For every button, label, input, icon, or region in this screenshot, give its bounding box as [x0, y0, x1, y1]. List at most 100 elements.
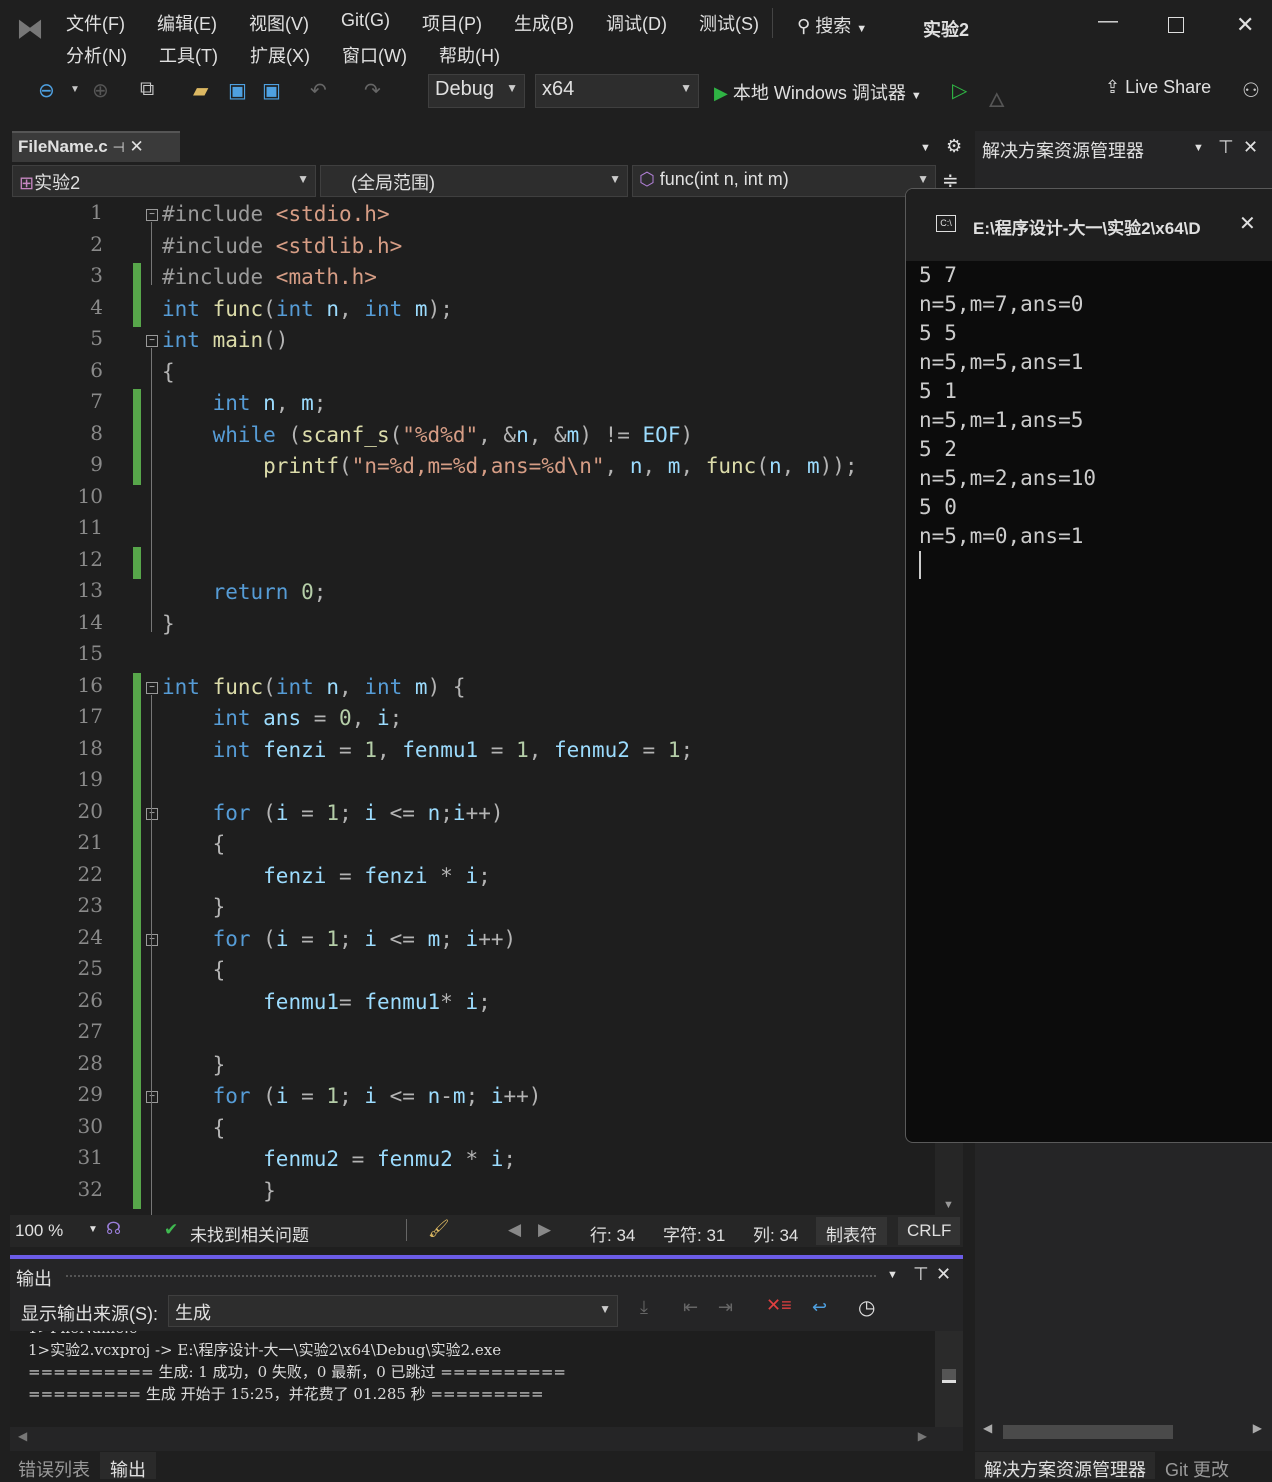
forward-icon[interactable]: ⊕: [92, 78, 109, 103]
next-issue-icon[interactable]: ▶: [538, 1220, 551, 1240]
fold-toggle-icon[interactable]: −: [146, 1091, 158, 1103]
output-vertical-scrollbar[interactable]: [935, 1331, 963, 1427]
open-folder-icon[interactable]: ▰: [193, 78, 208, 103]
member-nav-select[interactable]: ⬡ func(int n, int m) ▼: [632, 165, 936, 197]
menu-debug[interactable]: 调试(D): [606, 10, 667, 36]
code-line[interactable]: }: [162, 612, 175, 636]
tab-output[interactable]: 输出: [100, 1452, 156, 1480]
output-close-icon[interactable]: ✕: [936, 1264, 951, 1285]
back-icon[interactable]: ⊖: [38, 78, 55, 103]
menu-extensions[interactable]: 扩展(X): [250, 42, 310, 68]
eol-indicator[interactable]: CRLF: [898, 1217, 961, 1245]
live-share-button[interactable]: ⇪ Live Share: [1105, 77, 1211, 98]
code-line[interactable]: }: [162, 1179, 276, 1203]
se-pin-icon[interactable]: ⊤: [1218, 137, 1234, 158]
menu-view[interactable]: 视图(V): [249, 10, 309, 36]
intellicode-icon[interactable]: ☊: [106, 1219, 121, 1239]
code-line[interactable]: while (scanf_s("%d%d", &n, &m) != EOF): [162, 423, 694, 447]
next-message-icon[interactable]: ⇥: [718, 1297, 733, 1318]
menu-test[interactable]: 测试(S): [699, 10, 759, 36]
close-tab-icon[interactable]: ✕: [129, 137, 143, 156]
undo-icon[interactable]: ↶: [310, 78, 327, 103]
search-button[interactable]: ⚲ 搜索 ▼: [797, 12, 867, 38]
menu-project[interactable]: 项目(P): [422, 10, 482, 36]
feedback-icon[interactable]: ⚇: [1242, 78, 1260, 103]
code-line[interactable]: #include <stdlib.h>: [162, 234, 402, 258]
menu-help[interactable]: 帮助(H): [439, 42, 500, 68]
fold-toggle-icon[interactable]: −: [146, 933, 158, 946]
output-horizontal-scrollbar[interactable]: ◀ ▶: [10, 1427, 935, 1451]
start-without-debugging-icon[interactable]: ▷: [952, 78, 967, 103]
console-window[interactable]: C:\ E:\程序设计-大一\实验2\x64\D ✕ 5 7 n=5,m=7,a…: [905, 188, 1272, 1143]
se-horizontal-scrollbar[interactable]: ◀ ▶: [975, 1421, 1272, 1443]
code-line[interactable]: #include <math.h>: [162, 265, 377, 289]
menu-file[interactable]: 文件(F): [66, 10, 125, 36]
tab-list-dropdown-icon[interactable]: ▼: [920, 142, 931, 154]
code-line[interactable]: for (i = 1; i <= n;i++): [162, 801, 504, 825]
menu-git[interactable]: Git(G): [341, 10, 390, 36]
go-to-location-icon[interactable]: ⤓: [640, 1297, 648, 1318]
prev-issue-icon[interactable]: ◀: [508, 1220, 521, 1240]
code-line[interactable]: fenmu1= fenmu1* i;: [162, 990, 491, 1014]
scope-nav-select[interactable]: (全局范围) ▼: [320, 165, 628, 197]
redo-icon[interactable]: ↷: [364, 78, 381, 103]
settings-gear-icon[interactable]: ⚙: [946, 136, 962, 157]
code-line[interactable]: {: [162, 1116, 226, 1140]
code-line[interactable]: int ans = 0, i;: [162, 706, 403, 730]
code-line[interactable]: int func(int n, int m) {: [162, 675, 466, 699]
output-text[interactable]: 1>FileName.c 1>实验2.vcxproj -> E:\程序设计-大一…: [10, 1331, 935, 1427]
output-source-select[interactable]: 生成 ▼: [168, 1295, 618, 1327]
tab-error-list[interactable]: 错误列表: [18, 1456, 90, 1482]
doc-tab-filename[interactable]: FileName.c ⊣ ✕: [12, 131, 180, 162]
platform-select[interactable]: x64 ▼: [535, 74, 699, 108]
new-item-icon[interactable]: ⧉: [140, 78, 154, 101]
pin-icon[interactable]: ⊣: [113, 139, 125, 155]
output-dropdown-icon[interactable]: ▼: [887, 1269, 898, 1281]
project-nav-select[interactable]: ⊞实验2 ▼: [12, 165, 316, 197]
menu-window[interactable]: 窗口(W): [342, 42, 407, 68]
code-line[interactable]: }: [162, 895, 226, 919]
minimize-button[interactable]: —: [1098, 10, 1118, 33]
zoom-dropdown-icon[interactable]: ▼: [88, 1224, 98, 1235]
fold-toggle-icon[interactable]: −: [146, 681, 158, 694]
menu-tools[interactable]: 工具(T): [159, 42, 218, 68]
tab-solution-explorer[interactable]: 解决方案资源管理器: [975, 1452, 1155, 1480]
save-all-icon[interactable]: ▣: [262, 78, 281, 103]
save-icon[interactable]: ▣: [228, 78, 247, 103]
configuration-select[interactable]: Debug ▼: [428, 74, 525, 108]
code-line[interactable]: for (i = 1; i <= m; i++): [162, 927, 517, 951]
menu-analyze[interactable]: 分析(N): [66, 42, 127, 68]
code-line[interactable]: fenzi = fenzi * i;: [162, 864, 491, 888]
console-close-icon[interactable]: ✕: [1239, 211, 1256, 236]
code-line[interactable]: }: [162, 1053, 226, 1077]
menu-edit[interactable]: 编辑(E): [157, 10, 217, 36]
se-dropdown-icon[interactable]: ▼: [1193, 142, 1204, 154]
code-line[interactable]: int func(int n, int m);: [162, 297, 453, 321]
output-pin-icon[interactable]: ⊤: [913, 1264, 929, 1285]
issues-status[interactable]: 未找到相关问题: [190, 1221, 309, 1246]
clear-all-icon[interactable]: ✕≡: [766, 1295, 792, 1316]
code-line[interactable]: int main(): [162, 328, 288, 352]
word-wrap-icon[interactable]: ↩: [812, 1297, 827, 1318]
code-editor[interactable]: 1− #include <stdio.h> 2 #include <stdlib.h>…: [10, 198, 935, 1215]
fold-toggle-icon[interactable]: −: [146, 335, 158, 347]
code-line[interactable]: fenmu2 = fenmu2 * i;: [162, 1147, 516, 1171]
code-line[interactable]: printf("n=%d,m=%d,ans=%d\n", n, m, func(…: [162, 454, 857, 478]
start-debugging-button[interactable]: ▶ 本地 Windows 调试器 ▼: [714, 79, 922, 105]
code-line[interactable]: return 0;: [162, 580, 327, 604]
fold-toggle-icon[interactable]: −: [146, 807, 158, 820]
back-dropdown-icon[interactable]: ▼: [70, 84, 80, 95]
tab-git-changes[interactable]: Git 更改: [1165, 1456, 1229, 1482]
code-line[interactable]: int n, m;: [162, 391, 327, 415]
se-close-icon[interactable]: ✕: [1243, 137, 1258, 158]
prev-message-icon[interactable]: ⇤: [683, 1297, 698, 1318]
menu-build[interactable]: 生成(B): [514, 10, 574, 36]
code-line[interactable]: for (i = 1; i <= n-m; i++): [162, 1084, 542, 1108]
code-cleanup-icon[interactable]: 🖌: [428, 1219, 450, 1239]
fold-toggle-icon[interactable]: −: [146, 209, 158, 221]
zoom-level[interactable]: 100 %: [15, 1221, 63, 1241]
close-window-button[interactable]: ✕: [1236, 12, 1254, 38]
timestamp-clock-icon[interactable]: ◷: [858, 1295, 875, 1320]
hot-reload-icon[interactable]: 🜂: [988, 78, 1005, 119]
code-line[interactable]: #include <stdio.h>: [162, 202, 390, 226]
